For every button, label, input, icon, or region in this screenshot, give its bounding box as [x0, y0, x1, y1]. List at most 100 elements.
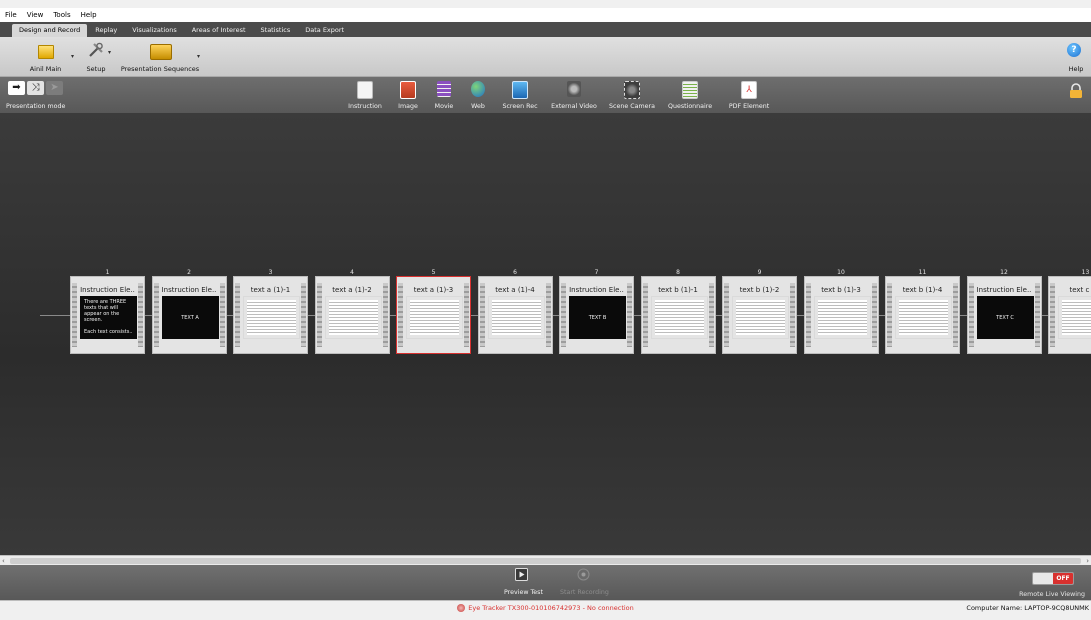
- thumbnail-text-line: Each text consists..: [84, 329, 133, 335]
- add-web-button[interactable]: Web: [464, 77, 492, 113]
- instruction-label: Instruction: [348, 103, 382, 110]
- slide-thumbnail: TEXT C: [976, 296, 1034, 339]
- timeline-slide[interactable]: 2 Instruction Ele.. TEXT A: [151, 269, 227, 354]
- scene-camera-icon: [624, 81, 640, 99]
- slide-title: Instruction Ele..: [161, 286, 217, 294]
- tab-replay[interactable]: Replay: [88, 24, 124, 37]
- presentation-sequences-button[interactable]: Presentation Sequences: [120, 37, 200, 76]
- slide-thumbnail: [487, 296, 545, 339]
- timeline-slide[interactable]: 9 text b (1)-2: [722, 269, 797, 354]
- slide-frame: text a (1)-3: [396, 276, 471, 354]
- tab-statistics[interactable]: Statistics: [254, 24, 298, 37]
- movie-icon: [437, 81, 451, 97]
- timeline-slide[interactable]: 5 text a (1)-3: [396, 269, 471, 354]
- timeline-slide[interactable]: 3 text a (1)-1: [233, 269, 308, 354]
- remote-live-viewing-toggle[interactable]: OFF: [1032, 572, 1074, 585]
- camera-icon: [567, 81, 581, 97]
- external-video-label: External Video: [551, 103, 597, 110]
- menu-file[interactable]: File: [0, 11, 22, 19]
- shuffle-mode-icon[interactable]: ⤨: [27, 81, 44, 95]
- pdf-icon: ⅄: [741, 81, 757, 99]
- slide-title: Instruction Ele..: [976, 286, 1032, 294]
- menu-help[interactable]: Help: [76, 11, 102, 19]
- status-bar: Eye Tracker TX300-010106742973 - No conn…: [0, 600, 1091, 620]
- thumbnail-text: TEXT B: [588, 314, 607, 321]
- slide-frame: text a (1)-2: [314, 276, 390, 354]
- timeline-slide[interactable]: 13 text c (1): [1048, 269, 1091, 354]
- timeline-slide[interactable]: 6 text a (1)-4: [477, 269, 553, 354]
- timeline-slide[interactable]: 7 Instruction Ele.. TEXT B: [559, 269, 634, 354]
- sequential-mode-icon[interactable]: ➡: [8, 81, 25, 95]
- slide-thumbnail: [406, 296, 463, 339]
- setup-button[interactable]: ▾ Setup: [78, 37, 114, 76]
- instruction-icon: [357, 81, 373, 99]
- slide-thumbnail: [1058, 296, 1091, 339]
- help-button[interactable]: ? Help: [1061, 37, 1091, 76]
- tab-design-and-record[interactable]: Design and Record: [12, 24, 88, 37]
- slide-frame: text b (1)-4: [885, 276, 960, 354]
- preview-test-label: Preview Test: [504, 589, 543, 596]
- timeline-slide[interactable]: 8 text b (1)-1: [640, 269, 716, 354]
- slide-title: text c (1): [1069, 286, 1091, 294]
- presentation-mode-label: Presentation mode: [6, 103, 66, 110]
- menu-tools[interactable]: Tools: [48, 11, 75, 19]
- slide-number: 12: [1000, 269, 1008, 276]
- add-scene-camera-button[interactable]: Scene Camera: [608, 77, 656, 113]
- start-recording-button[interactable]: Start Recording: [560, 568, 609, 596]
- slide-thumbnail: [895, 296, 952, 339]
- image-icon: [400, 81, 416, 99]
- eye-tracker-status: Eye Tracker TX300-010106742973 - No conn…: [0, 604, 1091, 612]
- movie-label: Movie: [434, 103, 454, 110]
- presentation-sequence-icon: [150, 44, 172, 60]
- slide-frame: Instruction Ele.. There are THREE texts th…: [70, 276, 145, 354]
- preview-test-button[interactable]: Preview Test: [504, 568, 543, 596]
- timeline-slide[interactable]: 12 Instruction Ele.. TEXT C: [966, 269, 1042, 354]
- thumbnail-text: TEXT C: [996, 314, 1014, 321]
- lock-icon[interactable]: [1069, 83, 1083, 99]
- record-icon: [577, 568, 589, 581]
- menu-bar: File View Tools Help: [0, 8, 1091, 22]
- tab-visualizations[interactable]: Visualizations: [125, 24, 183, 37]
- slide-title: Instruction Ele..: [569, 286, 624, 294]
- questionnaire-label: Questionnaire: [668, 103, 713, 110]
- aimin-main-button[interactable]: Ainil Main: [28, 37, 63, 76]
- add-pdf-element-button[interactable]: ⅄ PDF Element: [727, 77, 771, 113]
- timeline-slide[interactable]: 10 text b (1)-3: [803, 269, 879, 354]
- tab-areas-of-interest[interactable]: Areas of Interest: [185, 24, 253, 37]
- presentation-mode-group: ➡ ⤨ ➤: [8, 81, 72, 95]
- thumbnail-text: TEXT A: [181, 314, 199, 321]
- tab-data-export[interactable]: Data Export: [298, 24, 351, 37]
- timeline-canvas[interactable]: 1 Instruction Ele.. There are THREE texts t…: [0, 113, 1091, 555]
- remote-live-viewing-label: Remote Live Viewing: [1019, 591, 1085, 598]
- add-external-video-button[interactable]: External Video: [548, 77, 600, 113]
- menu-view[interactable]: View: [22, 11, 49, 19]
- slide-number: 7: [594, 269, 599, 276]
- add-movie-button[interactable]: Movie: [428, 77, 460, 113]
- web-label: Web: [471, 103, 485, 110]
- slide-number: 2: [187, 269, 191, 276]
- slide-number: 1: [105, 269, 110, 276]
- slide-title: text a (1)-3: [413, 286, 454, 294]
- timeline-slide[interactable]: 11 text b (1)-4: [885, 269, 960, 354]
- add-instruction-button[interactable]: Instruction: [344, 77, 386, 113]
- add-image-button[interactable]: Image: [391, 77, 425, 113]
- timeline-slide[interactable]: 1 Instruction Ele.. There are THREE texts t…: [70, 269, 145, 354]
- chevron-down-icon[interactable]: ▾: [197, 53, 200, 60]
- slide-number: 10: [837, 269, 845, 276]
- chevron-down-icon[interactable]: ▾: [71, 53, 74, 60]
- ribbon-toolbar: Ainil Main ▾ ▾ Setup Presentation Sequen…: [0, 37, 1091, 77]
- screen-recording-icon: [512, 81, 528, 99]
- add-screen-rec-button[interactable]: Screen Rec: [498, 77, 542, 113]
- add-questionnaire-button[interactable]: Questionnaire: [668, 77, 712, 113]
- slide-thumbnail: [324, 296, 382, 339]
- aimin-main-label: Ainil Main: [29, 65, 62, 73]
- slide-frame: text a (1)-4: [477, 276, 553, 354]
- setup-label: Setup: [86, 65, 106, 73]
- scrollbar-thumb[interactable]: [10, 558, 1081, 564]
- slide-thumbnail: There are THREE texts that will appear on …: [80, 296, 137, 339]
- timeline-slide[interactable]: 4 text a (1)-2: [314, 269, 390, 354]
- globe-icon: [471, 81, 485, 97]
- next-mode-icon[interactable]: ➤: [46, 81, 63, 95]
- slide-number: 9: [757, 269, 762, 276]
- slide-thumbnail: [732, 296, 789, 339]
